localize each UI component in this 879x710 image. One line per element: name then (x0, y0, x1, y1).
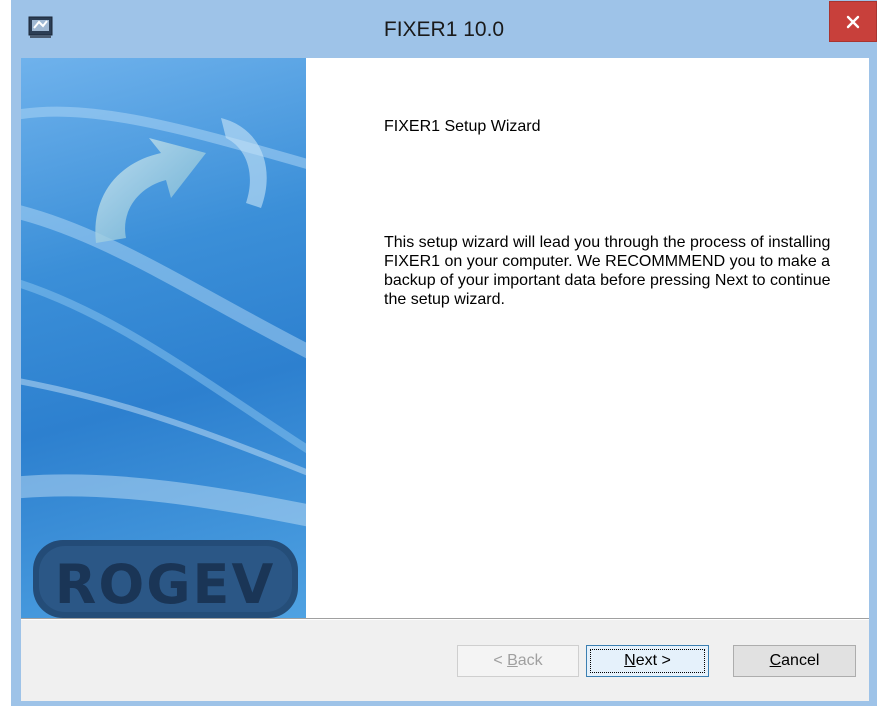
next-button[interactable]: Next > (586, 645, 709, 677)
close-icon (846, 15, 860, 28)
back-button-rest: ack (517, 652, 543, 669)
curved-arrow-icon (95, 118, 267, 243)
rogev-logo: ROGEV (33, 540, 298, 618)
wizard-heading: FIXER1 Setup Wizard (384, 118, 541, 135)
back-button-prefix: < (493, 652, 508, 669)
cancel-button[interactable]: Cancel (733, 645, 856, 677)
cancel-button-rest: ancel (781, 652, 820, 669)
wizard-client-area: ROGEV FIXER1 Setup Wizard This setup wiz… (21, 58, 869, 701)
wizard-description: This setup wizard will lead you through … (384, 234, 831, 308)
back-button-accel: B (507, 652, 518, 669)
back-button[interactable]: < Back (457, 645, 579, 677)
cancel-button-accel: C (769, 652, 782, 669)
title-bar[interactable]: FIXER1 10.0 (11, 0, 877, 58)
button-divider (21, 618, 869, 620)
focus-rectangle (590, 649, 705, 673)
banner-graphic: ROGEV (21, 106, 306, 618)
close-button[interactable] (829, 1, 877, 42)
logo-text: ROGEV (55, 553, 276, 616)
setup-window: FIXER1 10.0 ROGEV FIXER1 Setup Wizard Th… (11, 0, 877, 706)
wizard-banner: ROGEV (21, 58, 306, 618)
content-pane: FIXER1 Setup Wizard This setup wizard wi… (306, 58, 869, 618)
window-title: FIXER1 10.0 (383, 18, 505, 41)
